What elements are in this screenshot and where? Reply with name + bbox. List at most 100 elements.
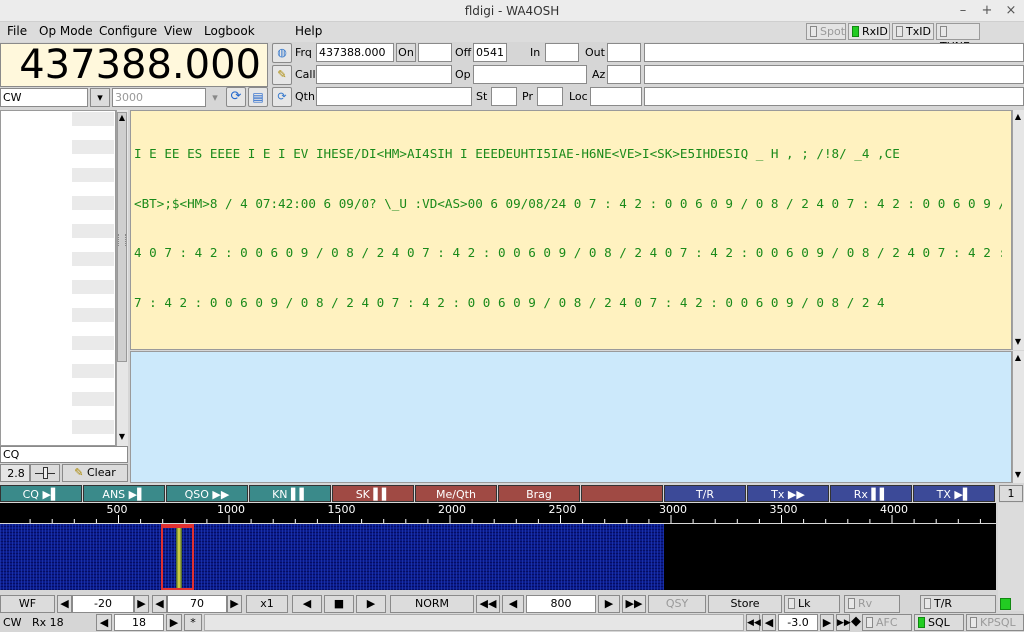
spot-toggle[interactable]: Spot (806, 23, 846, 40)
macro-button[interactable]: ANS ▶▌ (83, 485, 165, 502)
mode-select[interactable]: CW (0, 88, 88, 107)
bandwidth-dropdown-icon[interactable]: ▾ (206, 88, 224, 107)
menu-help[interactable]: Help (295, 22, 322, 42)
in-field[interactable] (545, 43, 579, 62)
zoom-button[interactable]: x1 (246, 595, 288, 613)
afc-toggle[interactable]: AFC (862, 614, 912, 631)
notes-field[interactable] (644, 43, 1024, 62)
macro-button[interactable]: Me/Qth (415, 485, 497, 502)
macro-button[interactable]: QSO ▶▶ (166, 485, 248, 502)
qth-field[interactable] (316, 87, 472, 106)
frq-field[interactable]: 437388.000 (316, 43, 394, 62)
mode-dropdown-icon[interactable]: ▾ (90, 88, 110, 107)
macro-set-button[interactable]: 1 (999, 485, 1023, 502)
save-log-icon[interactable]: ⟳ (272, 87, 292, 107)
rxid-toggle[interactable]: RxID (848, 23, 890, 40)
carrier-dec-icon[interactable]: ◀ (502, 595, 524, 613)
tx-scrollbar[interactable] (1012, 351, 1024, 483)
qsy-button[interactable]: QSY (648, 595, 706, 613)
pr-field[interactable] (537, 87, 563, 106)
macro-button[interactable]: T/R (664, 485, 746, 502)
squelch-value[interactable]: 2.8 (0, 464, 30, 482)
rx-value[interactable]: 18 (114, 614, 164, 631)
star-button[interactable]: * (184, 614, 202, 631)
macro-button[interactable]: KN ▌▌ (249, 485, 331, 502)
browser-search-field[interactable]: CQ (0, 446, 128, 463)
refresh-icon[interactable]: ⟳ (226, 87, 246, 107)
store-button[interactable]: Store (708, 595, 782, 613)
on-field[interactable] (418, 43, 452, 62)
fast-icon[interactable]: ▶ (356, 595, 386, 613)
on-button[interactable]: On (396, 43, 416, 62)
slow-icon[interactable]: ◀ (292, 595, 322, 613)
tx-text-pane[interactable] (130, 351, 1012, 483)
waterfall-display[interactable] (0, 524, 996, 590)
forward-icon[interactable]: ▶▶ (622, 595, 646, 613)
range-inc-icon[interactable]: ▶ (227, 595, 242, 613)
wf-mode-button[interactable]: WF (0, 595, 55, 613)
scroll-down-icon[interactable]: ▼ (117, 432, 127, 441)
tr-toggle[interactable]: T/R (920, 595, 996, 613)
macro-button[interactable] (581, 485, 663, 502)
rx-resize-handle[interactable] (118, 234, 126, 246)
range-dec-icon[interactable]: ◀ (152, 595, 167, 613)
menu-view[interactable]: View (164, 22, 192, 42)
macro-button[interactable]: Rx ▌▌ (830, 485, 912, 502)
notes-field-3[interactable] (644, 87, 1024, 106)
sql-dec-icon[interactable]: ◀ (762, 614, 776, 631)
sql-first-icon[interactable]: ◀◀ (746, 614, 761, 631)
rx-inc-icon[interactable]: ▶ (166, 614, 182, 631)
reverse-toggle[interactable]: Rv (844, 595, 900, 613)
minimize-icon[interactable]: – (952, 0, 974, 22)
op-field[interactable] (473, 65, 587, 84)
min-db-value[interactable]: -20 (72, 595, 134, 613)
rewind-icon[interactable]: ◀◀ (476, 595, 500, 613)
notes-field-2[interactable] (644, 65, 1024, 84)
macro-button[interactable]: SK ▌▌ (332, 485, 414, 502)
range-db-value[interactable]: 70 (167, 595, 227, 613)
loc-field[interactable] (590, 87, 642, 106)
sql-inc-icon[interactable]: ▶ (820, 614, 834, 631)
tx-scroll-up-icon[interactable]: ▲ (1013, 353, 1023, 362)
menu-logbook[interactable]: Logbook (204, 22, 255, 42)
macro-button[interactable]: TX ▶▌ (913, 485, 995, 502)
sql-value[interactable]: -3.0 (778, 614, 818, 631)
norm-button[interactable]: NORM (390, 595, 474, 613)
maximize-icon[interactable]: + (976, 0, 998, 22)
frequency-display[interactable]: 437388.000 (0, 43, 268, 87)
kpsql-toggle[interactable]: KPSQL (966, 614, 1024, 631)
broom-icon[interactable]: ✎ (272, 65, 292, 85)
lock-toggle[interactable]: Lk (784, 595, 840, 613)
diamond-icon[interactable]: ◆ (851, 614, 861, 631)
call-field[interactable] (316, 65, 452, 84)
document-icon[interactable]: ▤ (248, 87, 268, 107)
close-icon[interactable]: × (1000, 0, 1022, 22)
az-field[interactable] (607, 65, 641, 84)
st-field[interactable] (491, 87, 517, 106)
macro-button[interactable]: Tx ▶▶ (747, 485, 829, 502)
rx-dec-icon[interactable]: ◀ (96, 614, 112, 631)
globe-icon[interactable]: ◍ (272, 43, 292, 63)
txid-toggle[interactable]: TxID (892, 23, 934, 40)
scroll-up-icon[interactable]: ▲ (117, 113, 127, 122)
out-field[interactable] (607, 43, 641, 62)
squelch-slider[interactable] (30, 464, 60, 482)
off-field[interactable]: 0541 (473, 43, 507, 62)
clear-button[interactable]: ✎ Clear (62, 464, 128, 482)
bandwidth-select[interactable]: 3000 (112, 88, 206, 107)
pause-icon[interactable]: ■ (324, 595, 354, 613)
min-db-inc-icon[interactable]: ▶ (134, 595, 149, 613)
menu-op-mode[interactable]: Op Mode (39, 22, 93, 42)
macro-button[interactable]: Brag (498, 485, 580, 502)
sql-toggle[interactable]: SQL (914, 614, 964, 631)
min-db-dec-icon[interactable]: ◀ (57, 595, 72, 613)
tune-toggle[interactable]: TUNE (936, 23, 980, 53)
macro-button[interactable]: CQ ▶▌ (0, 485, 82, 502)
carrier-cursor[interactable] (161, 524, 194, 590)
menu-configure[interactable]: Configure (99, 22, 157, 42)
carrier-value[interactable]: 800 (526, 595, 596, 613)
rx-scroll-down-icon[interactable]: ▼ (1013, 337, 1023, 346)
tx-scroll-down-icon[interactable]: ▼ (1013, 470, 1023, 479)
menu-file[interactable]: File (7, 22, 27, 42)
rx-scrollbar[interactable] (1012, 110, 1024, 350)
